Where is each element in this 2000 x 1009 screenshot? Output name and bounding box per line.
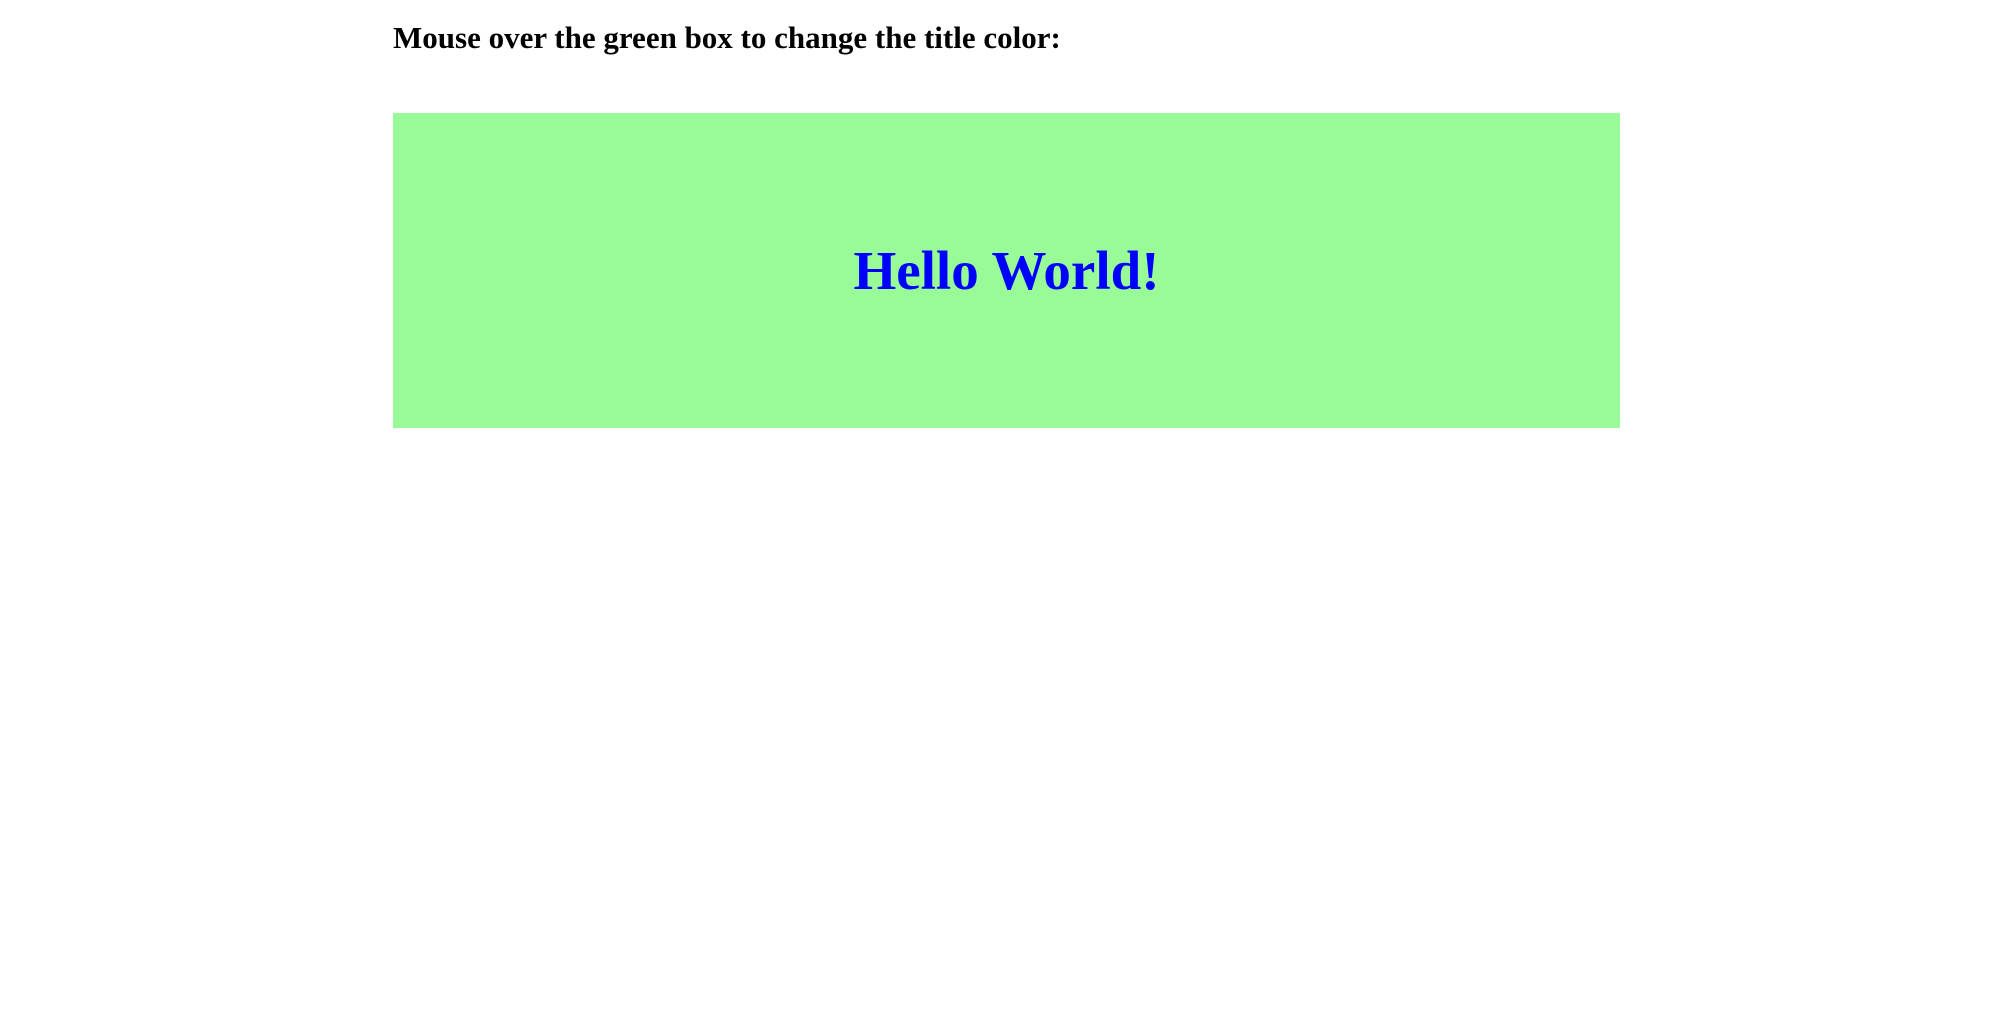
instruction-text: Mouse over the green box to change the t…	[393, 20, 1061, 55]
page: Mouse over the green box to change the t…	[0, 0, 2000, 1009]
green-hover-box[interactable]: Hello World!	[393, 113, 1620, 428]
hello-world-title: Hello World!	[853, 240, 1160, 301]
